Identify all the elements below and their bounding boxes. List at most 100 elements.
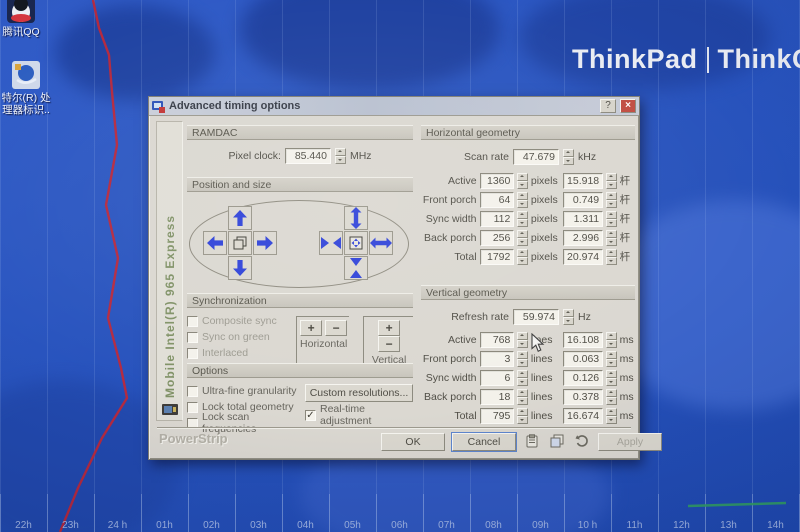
value-spinner[interactable]: [517, 211, 528, 227]
time-field[interactable]: 0.063: [563, 351, 604, 367]
copy-timings-button[interactable]: [548, 434, 566, 450]
value-spinner[interactable]: [517, 408, 528, 424]
cascade-icon: [233, 236, 247, 250]
pixel-clock-field[interactable]: 85.440: [285, 148, 331, 164]
time-field[interactable]: 16.674: [563, 408, 604, 424]
h-sync-plus-button[interactable]: +: [300, 320, 322, 336]
pixel-clock-unit: MHz: [350, 150, 372, 162]
refresh-rate-label: Refresh rate: [439, 311, 509, 323]
desktop-icon-qq[interactable]: 腾讯QQ: [0, 0, 47, 38]
close-button[interactable]: ×: [620, 99, 636, 113]
time-spinner[interactable]: [606, 332, 617, 348]
checkbox[interactable]: [187, 332, 198, 343]
horizontal-label: Horizontal: [300, 338, 347, 350]
realtime-checkbox[interactable]: ✓: [305, 410, 316, 421]
checkbox[interactable]: [187, 316, 198, 327]
value-spinner[interactable]: [517, 370, 528, 386]
title-bar[interactable]: Advanced timing options ? ×: [149, 97, 639, 116]
time-field[interactable]: 2.996: [563, 230, 604, 246]
scan-rate-spinner[interactable]: [563, 149, 574, 165]
time-field[interactable]: 0.378: [563, 389, 604, 405]
help-button[interactable]: ?: [600, 99, 616, 113]
time-spinner[interactable]: [606, 351, 617, 367]
time-spinner[interactable]: [606, 192, 617, 208]
value-spinner[interactable]: [517, 192, 528, 208]
move-left-button[interactable]: [203, 231, 227, 255]
value-spinner[interactable]: [517, 230, 528, 246]
value-spinner[interactable]: [517, 332, 528, 348]
geometry-row: Total 795 lines 16.674 ms: [421, 406, 635, 425]
value-field[interactable]: 1360: [480, 173, 515, 189]
time-spinner[interactable]: [606, 249, 617, 265]
time-spinner[interactable]: [606, 230, 617, 246]
restore-timings-button[interactable]: [573, 434, 591, 450]
sync-checkbox-row[interactable]: Sync on green: [187, 330, 296, 344]
time-field[interactable]: 16.108: [563, 332, 604, 348]
move-up-button[interactable]: [228, 206, 252, 230]
time-field[interactable]: 20.974: [563, 249, 604, 265]
pixel-clock-spinner[interactable]: [335, 148, 346, 164]
sync-checkbox-row[interactable]: Composite sync: [187, 314, 296, 328]
checkbox[interactable]: [187, 402, 198, 413]
move-down-button[interactable]: [228, 256, 252, 280]
ok-button[interactable]: OK: [381, 433, 445, 451]
v-sync-plus-button[interactable]: +: [378, 320, 400, 336]
time-field[interactable]: 0.126: [563, 370, 604, 386]
time-spinner[interactable]: [606, 389, 617, 405]
realtime-adjustment-row[interactable]: ✓ Real-time adjustment: [305, 408, 413, 422]
time-unit-label: 杆: [620, 230, 635, 245]
intel-utility-icon[interactable]: [11, 60, 41, 90]
desktop-icon-intel-utility[interactable]: 特尔(R) 处 理器标识..: [0, 60, 52, 116]
move-right-button[interactable]: [253, 231, 277, 255]
value-field[interactable]: 795: [480, 408, 515, 424]
time-spinner[interactable]: [606, 173, 617, 189]
value-field[interactable]: 768: [480, 332, 515, 348]
time-spinner[interactable]: [606, 408, 617, 424]
value-field[interactable]: 6: [480, 370, 515, 386]
shrink-width-button[interactable]: [319, 231, 343, 255]
paste-timings-button[interactable]: [523, 434, 541, 450]
time-field[interactable]: 15.918: [563, 173, 604, 189]
cancel-button[interactable]: Cancel: [452, 433, 516, 451]
value-field[interactable]: 18: [480, 389, 515, 405]
h-sync-minus-button[interactable]: −: [325, 320, 347, 336]
value-field[interactable]: 256: [480, 230, 515, 246]
position-center-button[interactable]: [228, 231, 252, 255]
stretch-width-button[interactable]: [369, 231, 393, 255]
checkbox-label: Interlaced: [202, 347, 248, 359]
time-spinner[interactable]: [606, 211, 617, 227]
value-field[interactable]: 3: [480, 351, 515, 367]
time-field[interactable]: 0.749: [563, 192, 604, 208]
timezone-label: 02h: [188, 520, 235, 531]
refresh-rate-field[interactable]: 59.974: [513, 309, 559, 325]
value-field[interactable]: 1792: [480, 249, 515, 265]
value-spinner[interactable]: [517, 351, 528, 367]
custom-resolutions-button[interactable]: Custom resolutions...: [305, 384, 413, 402]
v-sync-minus-button[interactable]: −: [378, 336, 400, 352]
apply-button[interactable]: Apply: [598, 433, 662, 451]
checkbox[interactable]: [187, 386, 198, 397]
shrink-height-button[interactable]: [344, 256, 368, 280]
options-checkbox-row[interactable]: Ultra-fine granularity: [187, 384, 305, 398]
stretch-height-button[interactable]: [344, 206, 368, 230]
checkbox-label: Lock scan frequencies: [202, 411, 305, 435]
collapse-vertical-icon: [350, 258, 362, 278]
value-spinner[interactable]: [517, 249, 528, 265]
sync-checkbox-row[interactable]: Interlaced: [187, 346, 296, 360]
time-spinner[interactable]: [606, 370, 617, 386]
value-spinner[interactable]: [517, 389, 528, 405]
time-unit-label: 杆: [620, 173, 635, 188]
ramdac-group: RAMDAC Pixel clock: 85.440 MHz: [187, 125, 413, 164]
size-center-button[interactable]: [344, 231, 368, 255]
pixel-clock-label: Pixel clock:: [228, 150, 281, 162]
unit-label: lines: [531, 353, 560, 365]
check-icon: ✓: [306, 410, 314, 421]
scan-rate-field[interactable]: 47.679: [513, 149, 559, 165]
value-field[interactable]: 64: [480, 192, 515, 208]
value-field[interactable]: 112: [480, 211, 515, 227]
value-spinner[interactable]: [517, 173, 528, 189]
checkbox[interactable]: [187, 348, 198, 359]
time-field[interactable]: 1.311: [563, 211, 604, 227]
refresh-rate-spinner[interactable]: [563, 309, 574, 325]
qq-icon[interactable]: [6, 0, 36, 24]
